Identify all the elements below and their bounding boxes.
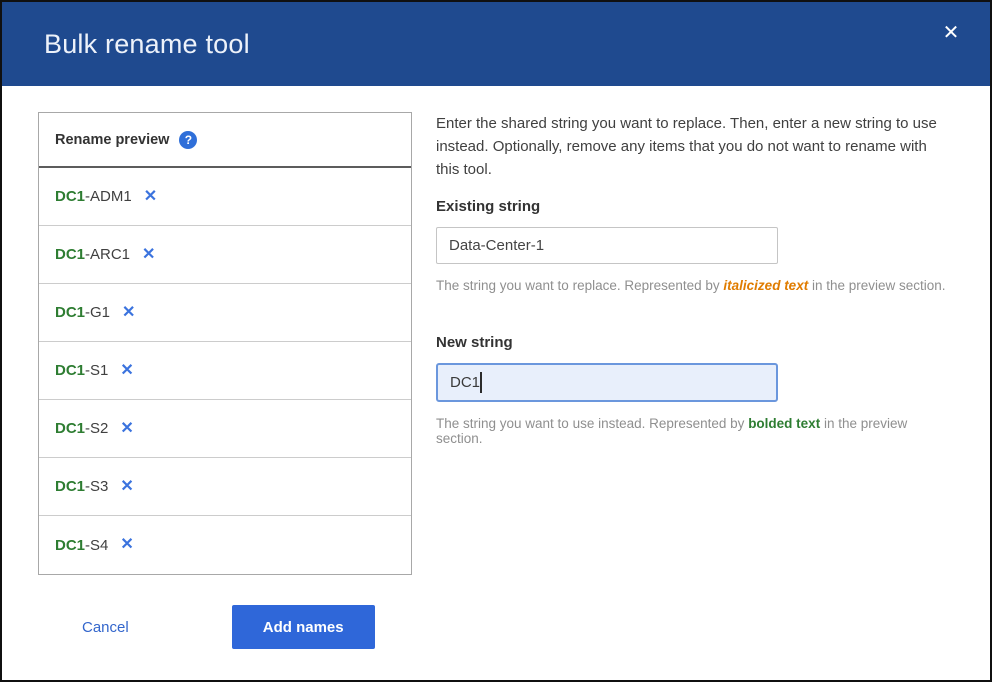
node-name: DC1-G1: [55, 304, 110, 321]
preview-title: Rename preview: [55, 132, 169, 148]
node-name-rest: -S3: [85, 478, 108, 495]
preview-row: DC1-S4 ✕: [39, 516, 411, 574]
existing-string-helper: The string you want to replace. Represen…: [436, 278, 950, 293]
remove-item-icon[interactable]: ✕: [144, 189, 157, 205]
node-name-new-part: DC1: [55, 362, 85, 379]
remove-item-icon[interactable]: ✕: [142, 247, 155, 263]
node-name-new-part: DC1: [55, 246, 85, 263]
node-name-new-part: DC1: [55, 478, 85, 495]
new-string-label: New string: [436, 334, 950, 351]
bolded-text-highlight: bolded text: [748, 416, 820, 431]
remove-item-icon[interactable]: ✕: [122, 305, 135, 321]
rename-preview-panel: Rename preview ? DC1-ADM1 ✕ DC1-ARC1 ✕: [38, 112, 412, 575]
node-name: DC1-ADM1: [55, 188, 132, 205]
node-name-rest: -ADM1: [85, 188, 132, 205]
node-name-new-part: DC1: [55, 188, 85, 205]
node-name-new-part: DC1: [55, 537, 85, 554]
node-name-new-part: DC1: [55, 420, 85, 437]
node-name-new-part: DC1: [55, 304, 85, 321]
node-name-rest: -S4: [85, 537, 108, 554]
add-names-button[interactable]: Add names: [232, 605, 375, 649]
preview-row: DC1-S1 ✕: [39, 342, 411, 400]
preview-column: Rename preview ? DC1-ADM1 ✕ DC1-ARC1 ✕: [38, 112, 412, 649]
form-column: Enter the shared string you want to repl…: [436, 112, 950, 649]
node-name: DC1-S3: [55, 478, 108, 495]
remove-item-icon[interactable]: ✕: [120, 363, 133, 379]
node-name-rest: -G1: [85, 304, 110, 321]
preview-row: DC1-S3 ✕: [39, 458, 411, 516]
bulk-rename-dialog: Bulk rename tool ✕ Rename preview ? DC1-…: [0, 0, 992, 682]
remove-item-icon[interactable]: ✕: [120, 479, 133, 495]
node-name: DC1-ARC1: [55, 246, 130, 263]
dialog-title: Bulk rename tool: [44, 29, 250, 60]
node-name-rest: -S2: [85, 420, 108, 437]
helper-text: The string you want to replace. Represen…: [436, 278, 723, 293]
new-string-helper: The string you want to use instead. Repr…: [436, 416, 950, 446]
help-icon[interactable]: ?: [179, 131, 197, 149]
dialog-body: Rename preview ? DC1-ADM1 ✕ DC1-ARC1 ✕: [2, 86, 990, 649]
existing-string-input[interactable]: [436, 227, 778, 264]
node-name-rest: -S1: [85, 362, 108, 379]
remove-item-icon[interactable]: ✕: [120, 421, 133, 437]
preview-row: DC1-G1 ✕: [39, 284, 411, 342]
node-name: DC1-S4: [55, 537, 108, 554]
node-name: DC1-S1: [55, 362, 108, 379]
preview-row: DC1-S2 ✕: [39, 400, 411, 458]
helper-text: in the preview section.: [808, 278, 945, 293]
instructions-text: Enter the shared string you want to repl…: [436, 112, 950, 181]
helper-text: The string you want to use instead. Repr…: [436, 416, 748, 431]
preview-row: DC1-ADM1 ✕: [39, 168, 411, 226]
new-string-input[interactable]: [436, 363, 778, 402]
preview-list: DC1-ADM1 ✕ DC1-ARC1 ✕ DC1-G1 ✕: [39, 168, 411, 574]
dialog-header: Bulk rename tool ✕: [2, 2, 990, 86]
existing-string-label: Existing string: [436, 198, 950, 215]
new-string-field-wrap: [436, 363, 778, 402]
node-name-rest: -ARC1: [85, 246, 130, 263]
italicized-text-highlight: italicized text: [723, 278, 808, 293]
cancel-button[interactable]: Cancel: [82, 619, 129, 636]
dialog-actions: Cancel Add names: [82, 605, 412, 649]
preview-header: Rename preview ?: [39, 113, 411, 168]
close-icon[interactable]: ✕: [936, 18, 966, 48]
preview-row: DC1-ARC1 ✕: [39, 226, 411, 284]
node-name: DC1-S2: [55, 420, 108, 437]
existing-string-field-wrap: [436, 227, 778, 264]
remove-item-icon[interactable]: ✕: [120, 537, 133, 553]
